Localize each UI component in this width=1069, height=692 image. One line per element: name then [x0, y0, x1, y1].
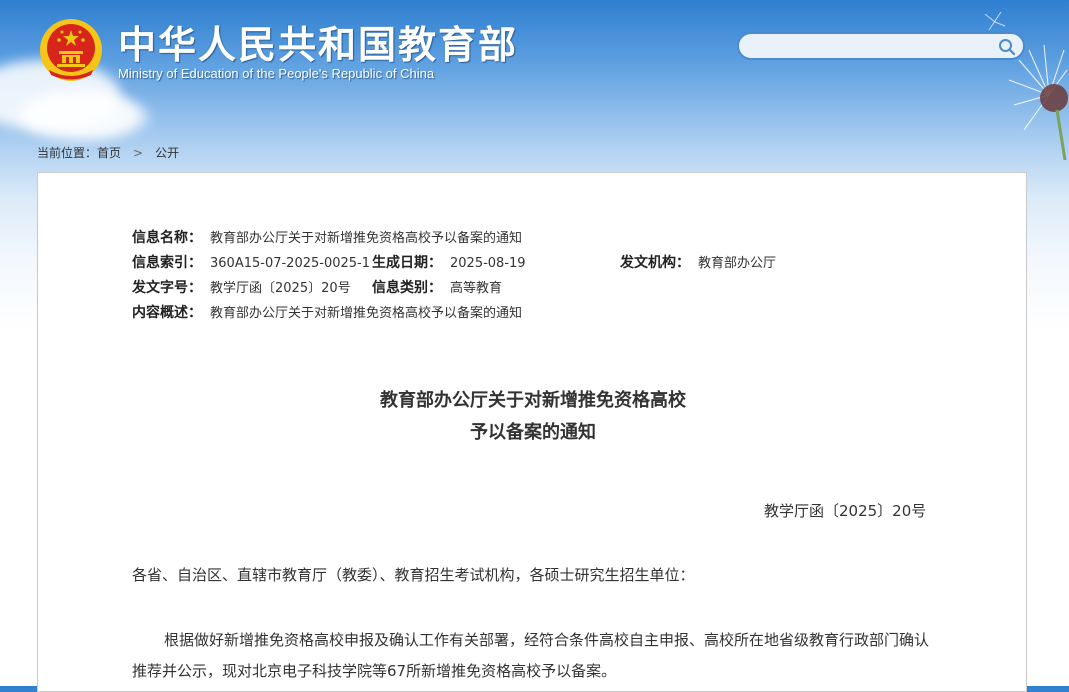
meta-date-label: 生成日期：	[372, 255, 442, 271]
site-title[interactable]: 中华人民共和国教育部	[118, 14, 518, 69]
meta-docno: 发文字号： 教学厅函〔2025〕20号	[132, 277, 351, 297]
site-subtitle: Ministry of Education of the People's Re…	[118, 66, 435, 81]
breadcrumb: 当前位置：首页 > 公开	[37, 144, 179, 161]
search-input[interactable]	[749, 37, 993, 57]
document-title: 教育部办公厅关于对新增推免资格高校 予以备案的通知	[38, 385, 1028, 449]
document-title-line2: 予以备案的通知	[470, 422, 596, 443]
document-title-line1: 教育部办公厅关于对新增推免资格高校	[380, 390, 686, 411]
document-number: 教学厅函〔2025〕20号	[764, 502, 927, 520]
breadcrumb-separator: >	[133, 146, 144, 160]
meta-name: 信息名称： 教育部办公厅关于对新增推免资格高校予以备案的通知	[132, 227, 522, 247]
meta-index: 信息索引： 360A15-07-2025-0025-1	[132, 252, 370, 272]
meta-docno-value: 教学厅函〔2025〕20号	[210, 281, 351, 296]
meta-issuer-label: 发文机构：	[620, 255, 690, 271]
meta-index-value: 360A15-07-2025-0025-1	[210, 256, 370, 271]
meta-category: 信息类别： 高等教育	[372, 277, 502, 297]
dandelion-decoration	[984, 11, 1068, 160]
meta-index-label: 信息索引：	[132, 255, 202, 271]
breadcrumb-prefix: 当前位置：	[37, 146, 98, 160]
national-emblem-icon	[40, 19, 102, 81]
meta-summary-label: 内容概述：	[132, 305, 202, 321]
breadcrumb-home-link[interactable]: 首页	[97, 144, 121, 161]
document-paragraph: 根据做好新增推免资格高校申报及确认工作有关部署，经符合条件高校自主申报、高校所在…	[132, 631, 930, 680]
site-header: 中华人民共和国教育部 Ministry of Education of the …	[0, 0, 1069, 160]
meta-name-label: 信息名称：	[132, 230, 202, 246]
meta-name-value: 教育部办公厅关于对新增推免资格高校予以备案的通知	[210, 231, 523, 246]
meta-issuer: 发文机构： 教育部办公厅	[620, 252, 776, 272]
meta-category-label: 信息类别：	[372, 280, 442, 296]
meta-docno-label: 发文字号：	[132, 280, 202, 296]
breadcrumb-public-link[interactable]: 公开	[155, 144, 179, 161]
meta-date-value: 2025-08-19	[450, 256, 526, 271]
meta-category-value: 高等教育	[450, 281, 503, 296]
document-addressee: 各省、自治区、直辖市教育厅（教委）、教育招生考试机构，各硕士研究生招生单位：	[132, 566, 695, 584]
article-container: 信息名称： 教育部办公厅关于对新增推免资格高校予以备案的通知 信息索引： 360A1…	[37, 172, 1027, 692]
meta-summary-value: 教育部办公厅关于对新增推免资格高校予以备案的通知	[210, 306, 523, 321]
meta-date: 生成日期： 2025-08-19	[372, 252, 526, 272]
meta-summary: 内容概述： 教育部办公厅关于对新增推免资格高校予以备案的通知	[132, 302, 522, 322]
meta-issuer-value: 教育部办公厅	[698, 256, 777, 271]
